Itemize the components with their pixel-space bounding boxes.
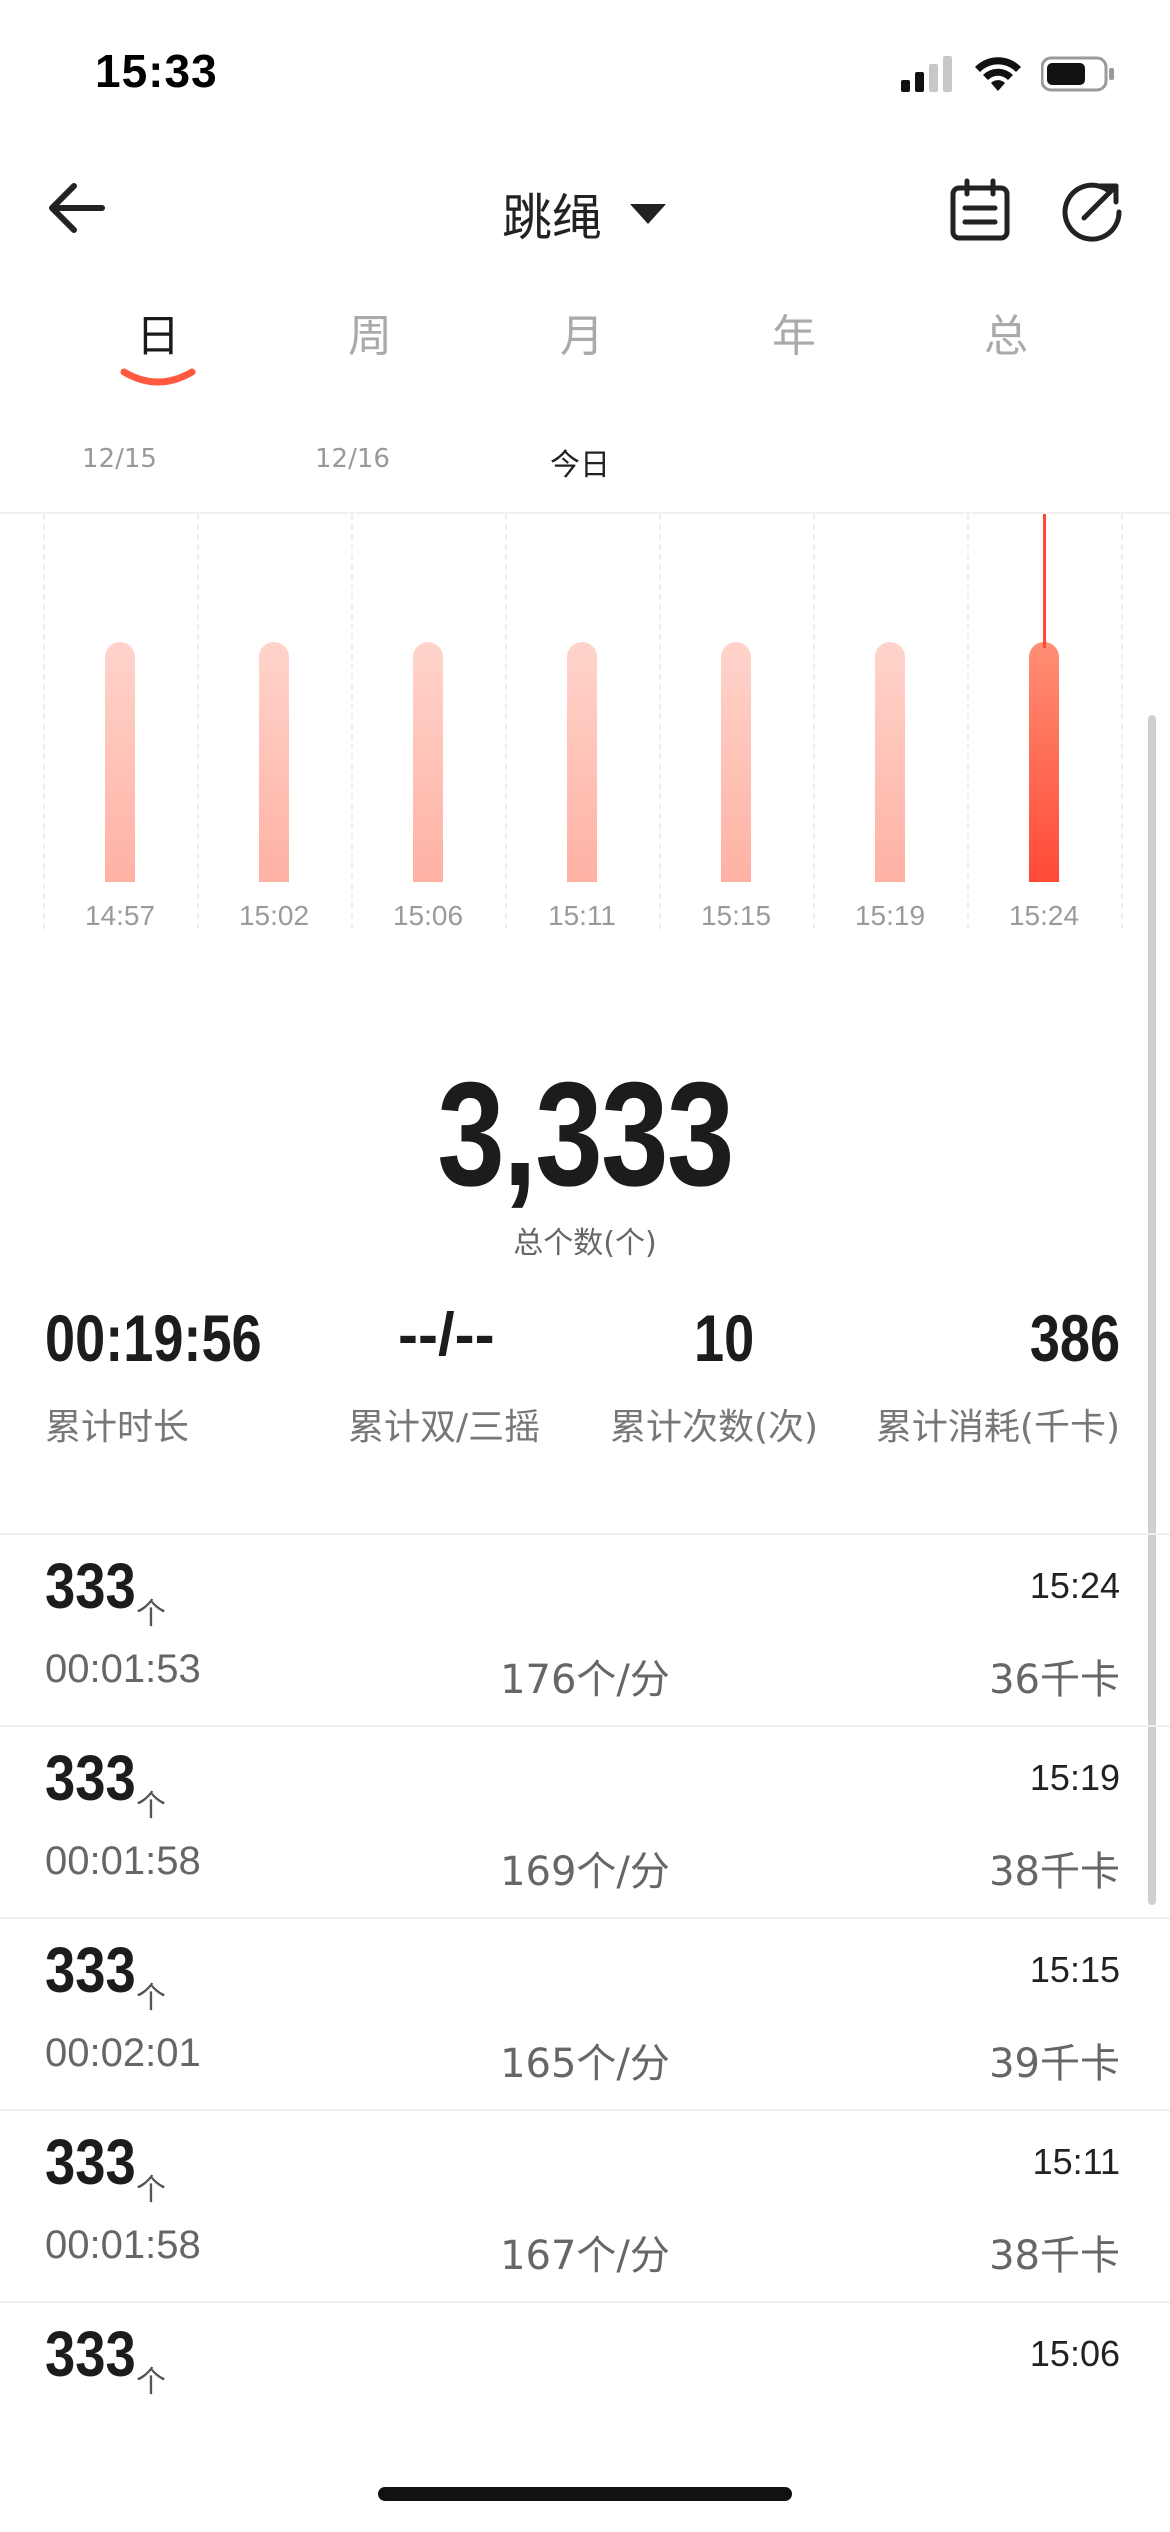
session-calories: 39千卡	[989, 2041, 1120, 2087]
chart-selection-marker	[1043, 514, 1046, 649]
session-count: 333	[45, 1742, 136, 1814]
tab-day[interactable]: 日	[52, 300, 264, 386]
period-tabs: 日 周 月 年 总	[0, 300, 1170, 410]
home-indicator[interactable]	[378, 2487, 792, 2501]
session-unit: 个	[136, 1981, 166, 2016]
session-row[interactable]: 333 个 15:11 00:01:58 167个/分 38千卡	[0, 2111, 1170, 2303]
session-time: 15:19	[1029, 1757, 1120, 1798]
session-time: 15:11	[1032, 2141, 1120, 2182]
session-unit: 个	[136, 1597, 166, 1632]
chart-tick-label: 15:19	[854, 900, 926, 931]
session-count: 333	[45, 2126, 136, 2198]
day-selector: 12/15 12/16 今日	[0, 440, 1170, 490]
chart-bar[interactable]	[875, 642, 905, 882]
session-time: 15:06	[1029, 2333, 1120, 2374]
chart-bar[interactable]	[567, 642, 597, 882]
stat-calories-label: 累计消耗(千卡)	[875, 1407, 1120, 1448]
chart-grid-line	[505, 514, 507, 929]
total-count-value: 3,333	[437, 1052, 734, 1217]
tab-month[interactable]: 月	[476, 300, 688, 364]
session-count: 333	[45, 1934, 136, 2006]
stat-sessions-value: 10	[694, 1301, 755, 1375]
share-button[interactable]	[1054, 172, 1130, 248]
stat-sessions-label: 累计次数(次)	[610, 1407, 819, 1448]
session-row[interactable]: 333 个 15:15 00:02:01 165个/分 39千卡	[0, 1919, 1170, 2111]
chart-tick-label: 15:24	[1008, 900, 1080, 931]
chart-bar[interactable]	[413, 642, 443, 882]
session-count: 333	[45, 2318, 136, 2390]
chart-bar[interactable]	[259, 642, 289, 882]
session-row[interactable]: 333 个 15:19 00:01:58 169个/分 38千卡	[0, 1727, 1170, 1919]
sessions-bar-chart: 14:57 15:02 15:06 15:11 15:15 15:19 15:24	[0, 514, 1170, 944]
tab-label: 周	[348, 311, 392, 362]
session-unit: 个	[136, 2365, 166, 2400]
tab-label: 月	[560, 311, 604, 362]
clipboard-icon	[950, 178, 1010, 241]
session-unit: 个	[136, 2173, 166, 2208]
chart-tick-label: 15:06	[392, 900, 464, 931]
tab-total[interactable]: 总	[900, 300, 1112, 364]
session-time: 15:24	[1029, 1565, 1120, 1606]
stat-duration-label: 累计时长	[45, 1407, 190, 1448]
session-calories: 38千卡	[989, 2233, 1120, 2279]
tab-label: 总	[984, 311, 1028, 362]
session-calories: 36千卡	[989, 1657, 1120, 1703]
chart-bar[interactable]	[105, 642, 135, 882]
caret-down-icon	[630, 204, 666, 224]
day-label[interactable]: 12/15	[82, 444, 157, 474]
session-unit: 个	[136, 1789, 166, 1824]
cellular-signal-icon	[901, 56, 955, 96]
chart-tick-label: 14:57	[84, 900, 156, 931]
stat-calories-value: 386	[1029, 1301, 1120, 1375]
chart-tick-label: 15:15	[700, 900, 772, 931]
bottom-safe-area	[0, 2430, 1170, 2532]
chart-bar[interactable]	[721, 642, 751, 882]
record-list-button[interactable]	[942, 172, 1018, 248]
stat-multi-swing-label: 累计双/三摇	[348, 1407, 541, 1448]
tab-week[interactable]: 周	[264, 300, 476, 364]
session-count: 333	[45, 1550, 136, 1622]
session-time: 15:15	[1029, 1949, 1120, 1990]
chart-bar[interactable]	[1029, 642, 1059, 882]
status-time: 15:33	[95, 45, 218, 97]
session-calories: 38千卡	[989, 1849, 1120, 1895]
stat-multi-swing-value: --/--	[398, 1301, 495, 1368]
chart-grid-line	[1121, 514, 1123, 929]
tab-year[interactable]: 年	[688, 300, 900, 364]
chart-grid-line	[43, 514, 45, 929]
tab-label: 日	[136, 311, 180, 362]
day-label[interactable]: 12/16	[315, 444, 390, 474]
chart-tick-label: 15:11	[548, 900, 616, 931]
chart-grid-line	[967, 514, 969, 929]
chart-grid-line	[351, 514, 353, 929]
stat-duration-value: 00:19:56	[45, 1301, 262, 1375]
wifi-icon	[973, 55, 1023, 97]
chart-tick-label: 15:02	[238, 900, 310, 931]
tab-active-indicator	[120, 368, 196, 386]
chart-grid-line	[813, 514, 815, 929]
nav-title: 跳绳	[502, 189, 602, 247]
chart-grid-line	[197, 514, 199, 929]
status-bar: 15:33	[0, 0, 1170, 140]
day-label-today[interactable]: 今日	[550, 440, 610, 484]
share-icon	[1062, 182, 1122, 242]
battery-icon	[1040, 56, 1115, 96]
chart-grid-line	[659, 514, 661, 929]
tab-label: 年	[772, 311, 816, 362]
total-count-label: 总个数(个)	[513, 1226, 657, 1261]
session-row[interactable]: 333 个 15:24 00:01:53 176个/分 36千卡	[0, 1535, 1170, 1727]
status-icons	[901, 54, 1115, 98]
nav-bar: 跳绳	[0, 150, 1170, 270]
